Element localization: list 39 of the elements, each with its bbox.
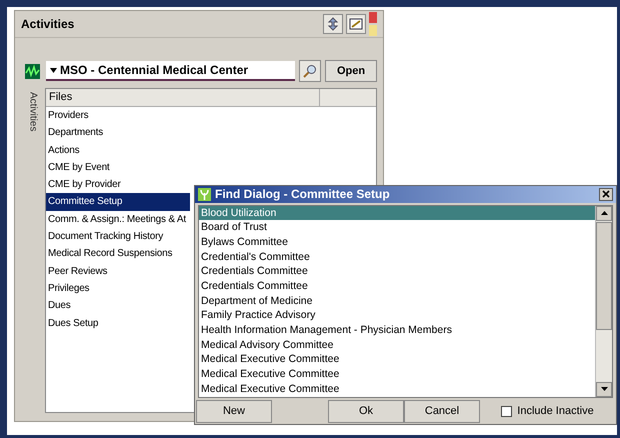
scrollbar[interactable]	[595, 206, 612, 397]
committee-item[interactable]: Credentials Committee	[199, 279, 595, 294]
committee-item[interactable]: Medical Advisory Committee	[199, 338, 595, 352]
committee-item[interactable]: Medical Executive Committee	[199, 367, 595, 382]
file-item[interactable]: Committee Setup	[46, 193, 190, 211]
dialog-button[interactable]: Ok	[328, 400, 404, 423]
pulse-icon	[25, 64, 40, 78]
open-button[interactable]: Open	[325, 60, 377, 82]
committee-item[interactable]: Bylaws Committee	[199, 234, 595, 250]
close-button[interactable]	[599, 188, 613, 201]
dialog-button[interactable]: Cancel	[404, 400, 480, 423]
committee-item[interactable]: Credentials Committee	[199, 264, 595, 280]
committee-item[interactable]: Credential's Committee	[199, 250, 595, 264]
dialog-button[interactable]: New	[196, 400, 272, 423]
dialog-title: Find Dialog - Committee Setup	[215, 187, 391, 202]
refresh-button[interactable]	[323, 14, 343, 34]
committee-item[interactable]: Blood Utilization	[199, 206, 595, 220]
committee-item[interactable]: Family Practice Advisory	[199, 308, 595, 324]
panel-title: Activities	[21, 17, 76, 31]
committee-item[interactable]: Medical Executive Committee	[199, 352, 595, 368]
file-item[interactable]: Providers	[46, 107, 376, 124]
caret-icon	[50, 68, 57, 72]
committee-item[interactable]: Department of Medicine	[199, 294, 595, 308]
search-icon	[303, 64, 317, 78]
organization-combo[interactable]: MSO - Centennial Medical Center	[46, 61, 295, 81]
committee-item[interactable]: Health Information Management - Physician Members	[199, 323, 595, 338]
file-item[interactable]: Departments	[46, 124, 376, 142]
plant-icon	[198, 188, 211, 201]
file-item[interactable]: Actions	[46, 142, 376, 159]
down-arrow-icon[interactable]	[600, 387, 608, 392]
edit-button[interactable]	[346, 14, 366, 34]
arrows-icon	[327, 17, 339, 31]
side-tab[interactable]: Activities	[28, 92, 38, 132]
committee-item[interactable]: Medical Executive Committee	[199, 382, 595, 397]
search-button[interactable]	[299, 60, 321, 82]
file-item[interactable]: CME by Event	[46, 158, 376, 176]
pencil-icon	[349, 18, 363, 30]
up-arrow-icon[interactable]	[600, 211, 608, 216]
committee-item[interactable]: Board of Trust	[199, 220, 595, 235]
